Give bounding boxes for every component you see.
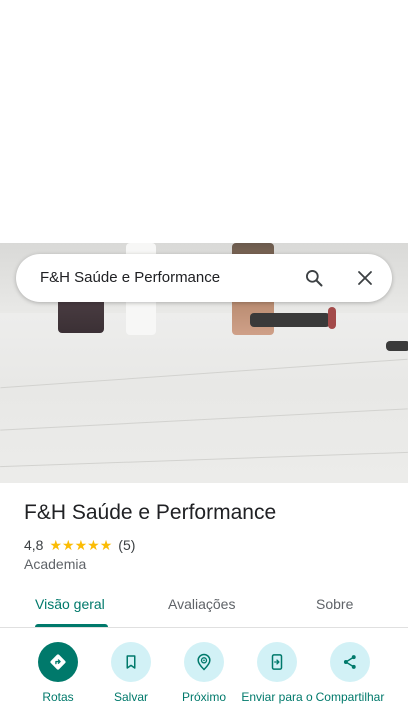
search-icon[interactable] — [300, 264, 328, 292]
tab-reviews[interactable]: Avaliações — [168, 596, 235, 612]
nearby-label: Próximo — [181, 690, 226, 704]
star-icon: ★ — [99, 537, 113, 553]
directions-icon — [38, 642, 78, 682]
rating-row[interactable]: 4,8 ★ ★ ★ ★ ★ (5) — [24, 536, 135, 554]
star-rating: ★ ★ ★ ★ ★ — [49, 538, 112, 552]
nearby-icon — [184, 642, 224, 682]
tab-active-indicator — [35, 624, 108, 627]
send-to-phone-label: Enviar para o — [241, 690, 313, 704]
photo-mat — [250, 313, 330, 327]
directions-button[interactable]: Rotas — [18, 642, 98, 704]
share-icon — [330, 642, 370, 682]
review-count[interactable]: (5) — [118, 537, 135, 553]
directions-label: Rotas — [42, 690, 74, 704]
save-label: Salvar — [113, 690, 148, 704]
bookmark-icon — [111, 642, 151, 682]
map-blank-area — [0, 0, 408, 243]
share-button[interactable]: Compartilhar — [310, 642, 390, 704]
photo-equipment — [386, 341, 408, 351]
send-to-phone-button[interactable]: Enviar para o — [237, 642, 317, 704]
send-to-phone-icon — [257, 642, 297, 682]
nearby-button[interactable]: Próximo — [164, 642, 244, 704]
photo-floor-line — [0, 408, 408, 431]
photo-floor-line — [0, 358, 408, 389]
photo-floor-line — [0, 451, 408, 468]
photo-bottle — [328, 307, 336, 329]
search-bar[interactable]: F&H Saúde e Performance — [16, 254, 392, 302]
search-query-text[interactable]: F&H Saúde e Performance — [40, 269, 220, 286]
close-icon[interactable] — [351, 264, 379, 292]
tab-about[interactable]: Sobre — [316, 596, 353, 612]
tab-bar: Visão geral Avaliações Sobre — [0, 584, 408, 628]
star-icon: ★ — [87, 537, 100, 553]
save-button[interactable]: Salvar — [91, 642, 171, 704]
place-category: Academia — [24, 556, 87, 572]
place-title: F&H Saúde e Performance — [24, 501, 277, 524]
star-icon: ★ — [62, 537, 75, 553]
star-icon: ★ — [74, 537, 88, 553]
rating-value: 4,8 — [24, 537, 44, 553]
tab-overview[interactable]: Visão geral — [35, 596, 105, 612]
share-label: Compartilhar — [315, 690, 385, 704]
action-buttons-row: Rotas Salvar Próximo Enviar para o Compa… — [0, 640, 408, 726]
star-icon: ★ — [49, 537, 63, 553]
